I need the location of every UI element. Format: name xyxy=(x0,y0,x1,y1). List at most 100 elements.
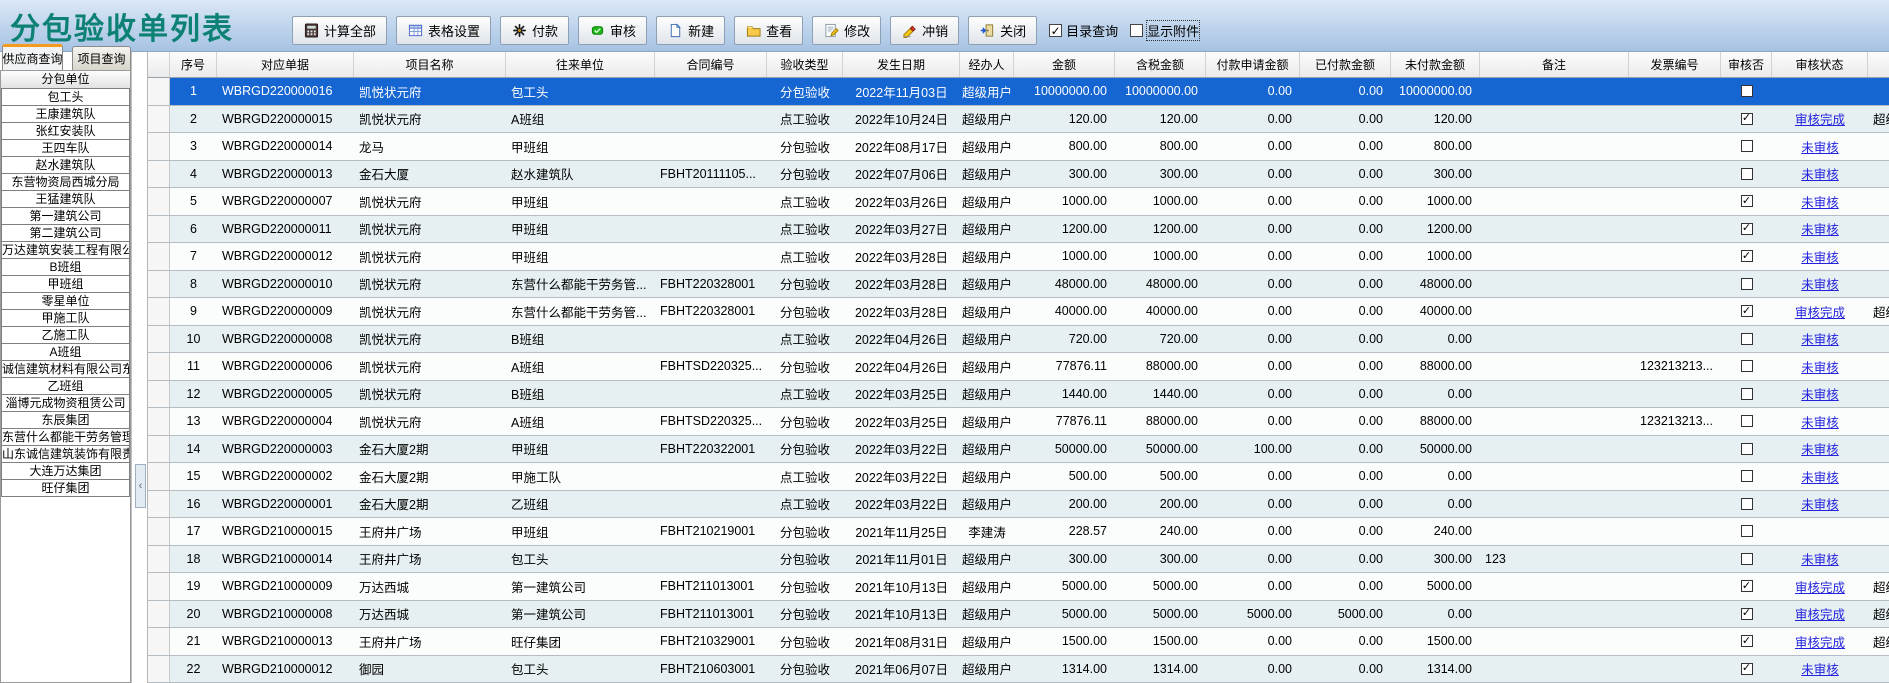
table-settings-button[interactable]: 表格设置 xyxy=(396,16,491,45)
table-row[interactable]: 10WBRGD220000008凯悦状元府B班组点工验收2022年04月26日超… xyxy=(148,326,1889,354)
audit-checkbox-checked-icon[interactable]: ✓ xyxy=(1741,608,1753,620)
table-row[interactable]: 21WBRGD210000013王府井广场旺仔集团FBHT210329001分包… xyxy=(148,628,1889,656)
audit-status-link[interactable]: 未审核 xyxy=(1801,164,1839,183)
table-row[interactable]: 13WBRGD220000004凯悦状元府A班组FBHTSD220325...分… xyxy=(148,408,1889,436)
supplier-list-item[interactable]: 大连万达集团 xyxy=(1,462,130,480)
audit-checkbox-checked-icon[interactable]: ✓ xyxy=(1741,195,1753,207)
table-row[interactable]: 4WBRGD220000013金石大厦赵水建筑队FBHT20111105...分… xyxy=(148,161,1889,189)
audit-status-link[interactable]: 未审核 xyxy=(1801,412,1839,431)
column-header-doc[interactable]: 对应单据 xyxy=(217,52,354,77)
audit-checkbox-checked-icon[interactable]: ✓ xyxy=(1741,635,1753,647)
audit-status-link[interactable]: 审核完成 xyxy=(1795,577,1845,596)
table-row[interactable]: 18WBRGD210000014王府井广场包工头分包验收2021年11月01日超… xyxy=(148,546,1889,574)
audit-checkbox-checked-icon[interactable]: ✓ xyxy=(1741,580,1753,592)
supplier-list-item[interactable]: 东辰集团 xyxy=(1,411,130,429)
audit-status-link[interactable]: 未审核 xyxy=(1801,357,1839,376)
column-header-audited[interactable]: 审核否 xyxy=(1721,52,1772,77)
audit-status-link[interactable]: 未审核 xyxy=(1801,274,1839,293)
table-row[interactable]: 3WBRGD220000014龙马甲班组分包验收2022年08月17日超级用户8… xyxy=(148,133,1889,161)
audit-status-link[interactable]: 审核完成 xyxy=(1795,604,1845,623)
supplier-list-item[interactable]: 东营什么都能干劳务管理有 xyxy=(1,428,130,446)
audit-checkbox-unchecked-icon[interactable] xyxy=(1741,85,1753,97)
column-header-operator[interactable]: 经办人 xyxy=(960,52,1014,77)
folder-view-button[interactable]: 查看 xyxy=(734,16,803,45)
table-row[interactable]: 1WBRGD220000016凯悦状元府包工头分包验收2022年11月03日超级… xyxy=(148,78,1889,106)
close-door-button[interactable]: 关闭 xyxy=(968,16,1037,45)
edit-button[interactable]: 修改 xyxy=(812,16,881,45)
audit-checkbox-unchecked-icon[interactable] xyxy=(1741,140,1753,152)
audit-checkbox-unchecked-icon[interactable] xyxy=(1741,278,1753,290)
table-row[interactable]: 15WBRGD220000002金石大厦2期甲施工队点工验收2022年03月22… xyxy=(148,463,1889,491)
tab-supplier-query[interactable]: 供应商查询 xyxy=(2,44,63,70)
supplier-list-item[interactable]: 淄博元成物资租赁公司 xyxy=(1,394,130,412)
audit-checkbox-checked-icon[interactable]: ✓ xyxy=(1741,223,1753,235)
column-header-type[interactable]: 验收类型 xyxy=(767,52,843,77)
table-row[interactable]: 9WBRGD220000009凯悦状元府东营什么都能干劳务管...FBHT220… xyxy=(148,298,1889,326)
table-row[interactable]: 12WBRGD220000005凯悦状元府B班组点工验收2022年03月25日超… xyxy=(148,381,1889,409)
column-header-project[interactable]: 项目名称 xyxy=(354,52,506,77)
supplier-list-item[interactable]: 第一建筑公司 xyxy=(1,207,130,225)
audit-checkbox-checked-icon[interactable]: ✓ xyxy=(1741,250,1753,262)
column-header-no[interactable]: 序号 xyxy=(170,52,217,77)
audit-checkbox-checked-icon[interactable]: ✓ xyxy=(1741,305,1753,317)
audit-status-link[interactable]: 未审核 xyxy=(1801,192,1839,211)
payment-button[interactable]: 付款 xyxy=(500,16,569,45)
audit-checkbox-unchecked-icon[interactable] xyxy=(1741,525,1753,537)
audit-status-link[interactable]: 未审核 xyxy=(1801,467,1839,486)
tab-project-query[interactable]: 项目查询 xyxy=(72,46,131,70)
audit-status-link[interactable]: 未审核 xyxy=(1801,219,1839,238)
column-header-paid[interactable]: 已付款金额 xyxy=(1300,52,1391,77)
supplier-list-item[interactable]: 乙施工队 xyxy=(1,326,130,344)
audit-status-link[interactable]: 审核完成 xyxy=(1795,302,1845,321)
audit-checkbox-unchecked-icon[interactable] xyxy=(1741,388,1753,400)
column-header-party[interactable]: 往来单位 xyxy=(506,52,655,77)
supplier-list-item[interactable]: 张红安装队 xyxy=(1,122,130,140)
new-doc-button[interactable]: 新建 xyxy=(656,16,725,45)
supplier-list-item[interactable]: A班组 xyxy=(1,343,130,361)
table-row[interactable]: 5WBRGD220000007凯悦状元府甲班组点工验收2022年03月26日超级… xyxy=(148,188,1889,216)
supplier-list-item[interactable]: 零星单位 xyxy=(1,292,130,310)
supplier-list-item[interactable]: 山东诚信建筑装饰有限责任 xyxy=(1,445,130,463)
audit-checkbox-checked-icon[interactable]: ✓ xyxy=(1741,663,1753,675)
supplier-list-item[interactable]: 赵水建筑队 xyxy=(1,156,130,174)
supplier-list-item[interactable]: B班组 xyxy=(1,258,130,276)
checkbox-unchecked-icon[interactable] xyxy=(1130,24,1143,37)
audit-status-link[interactable]: 未审核 xyxy=(1801,549,1839,568)
audit-status-link[interactable]: 未审核 xyxy=(1801,384,1839,403)
collapse-grip-icon[interactable]: ‹ xyxy=(135,464,146,508)
table-row[interactable]: 7WBRGD220000012凯悦状元府甲班组点工验收2022年03月28日超级… xyxy=(148,243,1889,271)
table-row[interactable]: 11WBRGD220000006凯悦状元府A班组FBHTSD220325...分… xyxy=(148,353,1889,381)
table-row[interactable]: 14WBRGD220000003金石大厦2期甲班组FBHT220322001分包… xyxy=(148,436,1889,464)
table-row[interactable]: 22WBRGD210000012御园包工头FBHT210603001分包验收20… xyxy=(148,656,1889,683)
audit-status-link[interactable]: 未审核 xyxy=(1801,659,1839,678)
column-header-invoice[interactable]: 发票编号 xyxy=(1629,52,1721,77)
table-row[interactable]: 19WBRGD210000009万达西城第一建筑公司FBHT211013001分… xyxy=(148,573,1889,601)
audit-status-link[interactable]: 未审核 xyxy=(1801,439,1839,458)
sidebar-splitter[interactable]: ‹ xyxy=(131,52,148,683)
supplier-list-item[interactable]: 乙班组 xyxy=(1,377,130,395)
calculator-button[interactable]: 计算全部 xyxy=(292,16,387,45)
audit-status-link[interactable]: 未审核 xyxy=(1801,137,1839,156)
writeoff-button[interactable]: 冲销 xyxy=(890,16,959,45)
audit-checkbox-unchecked-icon[interactable] xyxy=(1741,443,1753,455)
table-row[interactable]: 2WBRGD220000015凯悦状元府A班组点工验收2022年10月24日超级… xyxy=(148,106,1889,134)
column-header-date[interactable]: 发生日期 xyxy=(843,52,960,77)
supplier-list-item[interactable]: 王康建筑队 xyxy=(1,105,130,123)
column-header-amount[interactable]: 金额 xyxy=(1014,52,1115,77)
column-header-approver[interactable]: 已 xyxy=(1868,52,1889,77)
column-header-pay_request[interactable]: 付款申请金额 xyxy=(1206,52,1300,77)
column-header-unpaid[interactable]: 未付款金额 xyxy=(1391,52,1480,77)
supplier-list-item[interactable]: 甲班组 xyxy=(1,275,130,293)
table-row[interactable]: 17WBRGD210000015王府井广场甲班组FBHT210219001分包验… xyxy=(148,518,1889,546)
audit-checkbox-unchecked-icon[interactable] xyxy=(1741,168,1753,180)
audit-status-link[interactable]: 未审核 xyxy=(1801,329,1839,348)
supplier-list-item[interactable]: 东营物资局西城分局 xyxy=(1,173,130,191)
column-header-contract[interactable]: 合同编号 xyxy=(655,52,767,77)
table-row[interactable]: 16WBRGD220000001金石大厦2期乙班组点工验收2022年03月22日… xyxy=(148,491,1889,519)
audit-checkbox-unchecked-icon[interactable] xyxy=(1741,333,1753,345)
supplier-list-item[interactable]: 万达建筑安装工程有限公司 xyxy=(1,241,130,259)
audit-checkbox-unchecked-icon[interactable] xyxy=(1741,360,1753,372)
audit-checkbox-checked-icon[interactable]: ✓ xyxy=(1741,113,1753,125)
table-row[interactable]: 20WBRGD210000008万达西城第一建筑公司FBHT211013001分… xyxy=(148,601,1889,629)
audit-button[interactable]: 审核 xyxy=(578,16,647,45)
